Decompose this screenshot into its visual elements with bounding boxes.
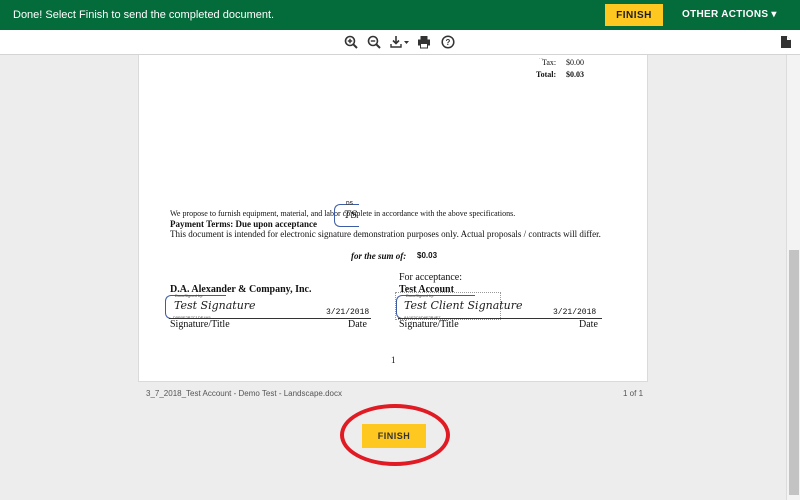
acceptance-label: For acceptance: <box>399 272 463 283</box>
left-date-label: Date <box>348 319 367 330</box>
right-signature-field[interactable]: DocuSigned by: Test Client Signature 8A1… <box>395 292 523 320</box>
other-actions-menu[interactable]: OTHER ACTIONS ▾ <box>682 9 777 20</box>
document-toolbar: ? <box>0 30 800 55</box>
left-signed-date: 3/21/2018 <box>326 308 370 317</box>
right-signature-label: Signature/Title <box>399 319 459 330</box>
left-signature-label: Signature/Title <box>170 319 230 330</box>
right-docusigned-by: DocuSigned by: <box>406 293 435 298</box>
initials-value: TS <box>344 210 358 221</box>
scrollbar-thumb[interactable] <box>789 250 799 495</box>
sum-value: $0.03 <box>417 251 438 260</box>
sum-label: for the sum of: <box>351 251 407 261</box>
svg-text:?: ? <box>446 38 451 47</box>
document-icon[interactable] <box>779 33 793 51</box>
right-signed-date: 3/21/2018 <box>553 308 597 317</box>
zoom-out-icon[interactable] <box>366 33 382 51</box>
zoom-in-icon[interactable] <box>343 33 359 51</box>
initials-header: DS <box>346 201 353 207</box>
right-signature: Test Client Signature <box>404 299 523 312</box>
page-count: 1 of 1 <box>623 389 644 398</box>
notification-banner: Done! Select Finish to send the complete… <box>0 0 800 30</box>
left-signature: Test Signature <box>174 299 256 312</box>
document-filename: 3_7_2018_Test Account - Demo Test - Land… <box>146 389 342 398</box>
print-icon[interactable] <box>416 33 432 51</box>
total-label: Total: <box>536 70 557 79</box>
tax-label: Tax: <box>542 58 557 67</box>
document-page: ... Tax: $0.00 Total: $0.03 We propose t… <box>138 55 648 382</box>
left-docusigned-by: DocuSigned by: <box>175 293 204 298</box>
vertical-scrollbar[interactable] <box>786 55 800 500</box>
disclaimer-text: This document is intended for electronic… <box>170 229 601 239</box>
tax-value: $0.00 <box>566 58 584 67</box>
page-number: 1 <box>391 355 396 365</box>
initials-field[interactable]: DS TS <box>334 201 364 227</box>
finish-button-top[interactable]: FINISH <box>605 4 663 26</box>
highlight-annotation <box>340 404 450 466</box>
download-icon[interactable] <box>389 33 411 51</box>
payment-terms: Payment Terms: Due upon acceptance <box>170 219 317 229</box>
right-date-label: Date <box>579 319 598 330</box>
left-signature-field[interactable]: DocuSigned by: Test Signature D5B0E2B7C1… <box>165 293 256 320</box>
total-value: $0.03 <box>566 70 584 79</box>
help-icon[interactable]: ? <box>440 33 456 51</box>
banner-message: Done! Select Finish to send the complete… <box>13 9 275 21</box>
